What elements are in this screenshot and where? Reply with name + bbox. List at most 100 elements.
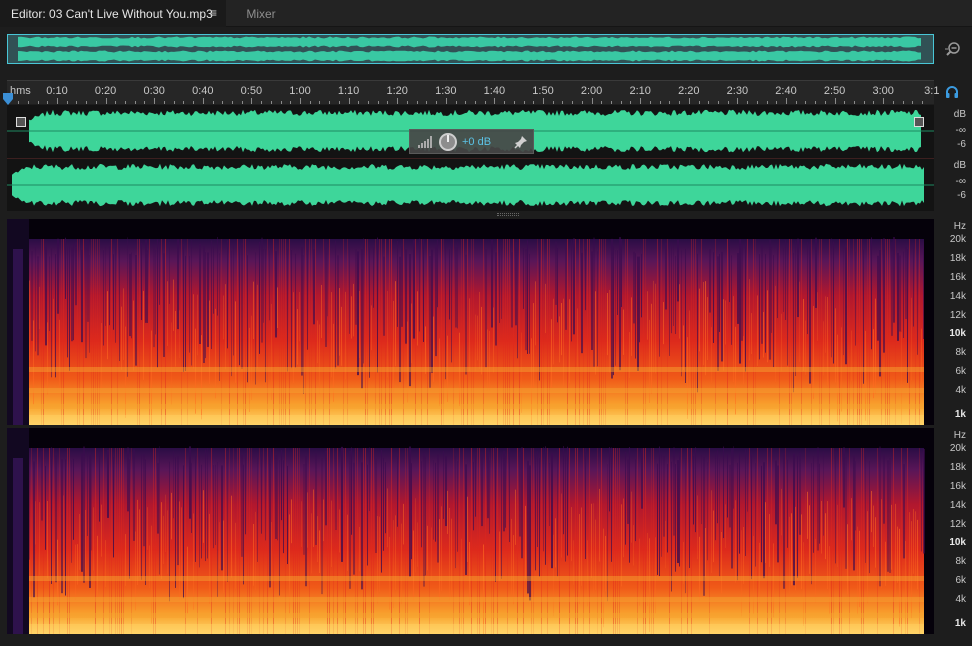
volume-hud[interactable]: +0 dB bbox=[409, 129, 534, 154]
time-tick-mark bbox=[883, 98, 885, 104]
time-tick-label: 1:40 bbox=[483, 85, 506, 97]
time-tick-mark bbox=[202, 98, 204, 104]
frequency-label: 10k bbox=[949, 537, 966, 548]
frequency-label: 8k bbox=[955, 347, 966, 358]
db-label: dB bbox=[953, 109, 966, 120]
fade-out-handle[interactable] bbox=[914, 117, 924, 127]
time-tick-mark bbox=[154, 98, 156, 104]
time-tick-mark bbox=[747, 101, 749, 104]
frequency-label: 4k bbox=[955, 594, 966, 605]
time-tick-mark bbox=[358, 101, 360, 104]
time-tick-mark bbox=[474, 101, 476, 104]
time-tick-mark bbox=[280, 101, 282, 104]
time-tick-mark bbox=[533, 101, 535, 104]
time-tick-mark bbox=[387, 101, 389, 104]
tab-mixer[interactable]: Mixer bbox=[226, 0, 296, 27]
frequency-label: 18k bbox=[949, 462, 966, 473]
frequency-scale-left: Hz 20k 18k 16k 14k 12k 10k 8k 6k 4k 1k bbox=[936, 219, 972, 425]
spectrogram-right bbox=[7, 428, 934, 634]
tab-menu-icon[interactable]: ≡ bbox=[210, 7, 217, 19]
tab-editor[interactable]: Editor: 03 Can't Live Without You.mp3 ≡ bbox=[0, 0, 226, 27]
frequency-label: 16k bbox=[949, 272, 966, 283]
time-tick-label: 2:40 bbox=[775, 85, 797, 97]
time-tick-mark bbox=[834, 98, 836, 104]
time-tick-mark bbox=[494, 98, 496, 104]
time-tick-mark bbox=[270, 101, 272, 104]
overview-visible-range[interactable] bbox=[8, 35, 933, 63]
time-tick-mark bbox=[309, 101, 311, 104]
time-tick-mark bbox=[18, 101, 20, 104]
time-tick-mark bbox=[572, 101, 574, 104]
time-tick-mark bbox=[873, 101, 875, 104]
frequency-label: 6k bbox=[955, 575, 966, 586]
waveform-overview[interactable] bbox=[7, 34, 934, 64]
time-tick-mark bbox=[795, 101, 797, 104]
time-tick-mark bbox=[601, 101, 603, 104]
panel-divider-handle[interactable] bbox=[497, 213, 519, 216]
tab-editor-label: Editor: 03 Can't Live Without You.mp3 bbox=[11, 6, 213, 21]
time-tick-mark bbox=[523, 101, 525, 104]
time-tick-mark bbox=[125, 101, 127, 104]
pin-icon[interactable] bbox=[514, 135, 528, 149]
time-tick-mark bbox=[484, 101, 486, 104]
time-tick-label: 0:40 bbox=[192, 85, 214, 97]
time-tick-label: 2:20 bbox=[678, 85, 700, 97]
time-tick-label: 0:20 bbox=[94, 85, 117, 97]
tab-mixer-label: Mixer bbox=[246, 6, 276, 21]
time-ruler[interactable]: hms 0:10 0:20 0:30 0:40 0:50 1:00 1:10 1:20 1:30… bbox=[7, 80, 939, 104]
volume-knob-icon[interactable] bbox=[438, 132, 458, 152]
db-scale-left: dB -∞ -6 bbox=[936, 107, 972, 159]
time-tick-mark bbox=[815, 101, 817, 104]
time-tick-mark bbox=[922, 101, 924, 104]
frequency-label: 6k bbox=[955, 366, 966, 377]
time-tick-mark bbox=[688, 98, 690, 104]
frequency-label: 1k bbox=[954, 409, 966, 420]
time-tick-label: 2:50 bbox=[823, 85, 846, 97]
document-tab-bar: Editor: 03 Can't Live Without You.mp3 ≡ … bbox=[0, 0, 972, 27]
time-tick-label: 1:20 bbox=[386, 85, 408, 97]
frequency-label: 20k bbox=[949, 234, 966, 245]
time-tick-mark bbox=[445, 98, 447, 104]
time-tick-mark bbox=[368, 101, 370, 104]
time-tick-mark bbox=[805, 101, 807, 104]
time-tick-mark bbox=[611, 101, 613, 104]
frequency-label: 16k bbox=[949, 481, 966, 492]
playhead-marker-icon[interactable] bbox=[3, 93, 13, 105]
time-tick-mark bbox=[37, 101, 39, 104]
time-tick-label: 3:00 bbox=[872, 85, 894, 97]
frequency-label: 8k bbox=[955, 556, 966, 567]
time-tick-mark bbox=[231, 101, 233, 104]
time-unit-label: hms bbox=[10, 85, 31, 97]
fade-in-handle[interactable] bbox=[16, 117, 26, 127]
time-tick-mark bbox=[329, 101, 331, 104]
frequency-label: 20k bbox=[949, 443, 966, 454]
time-tick-mark bbox=[737, 98, 739, 104]
zoom-out-icon[interactable] bbox=[944, 40, 962, 58]
spectral-display-left[interactable] bbox=[7, 219, 934, 425]
time-tick-mark bbox=[562, 101, 564, 104]
time-tick-mark bbox=[708, 101, 710, 104]
time-tick-mark bbox=[183, 101, 185, 104]
time-tick-mark bbox=[892, 101, 894, 104]
time-tick-mark bbox=[756, 101, 758, 104]
headphone-icon[interactable] bbox=[944, 84, 960, 100]
frequency-label: 1k bbox=[954, 618, 966, 629]
waveform-display[interactable] bbox=[7, 105, 934, 211]
spectral-display-right[interactable] bbox=[7, 428, 934, 634]
time-tick-mark bbox=[581, 101, 583, 104]
time-tick-mark bbox=[455, 101, 457, 104]
time-tick-mark bbox=[261, 101, 263, 104]
time-tick-mark bbox=[669, 101, 671, 104]
time-tick-mark bbox=[115, 101, 117, 104]
time-tick-label: 3:1 bbox=[924, 85, 940, 97]
waveform-channel-right[interactable] bbox=[7, 158, 934, 210]
time-tick-mark bbox=[679, 101, 681, 104]
time-tick-mark bbox=[786, 98, 787, 104]
time-tick-mark bbox=[173, 101, 175, 104]
time-tick-label: 2:30 bbox=[726, 85, 749, 97]
time-tick-mark bbox=[620, 101, 622, 104]
time-tick-mark bbox=[290, 101, 292, 104]
time-tick-mark bbox=[27, 101, 29, 104]
time-tick-label: 1:00 bbox=[289, 85, 311, 97]
gain-value[interactable]: +0 dB bbox=[462, 136, 491, 148]
